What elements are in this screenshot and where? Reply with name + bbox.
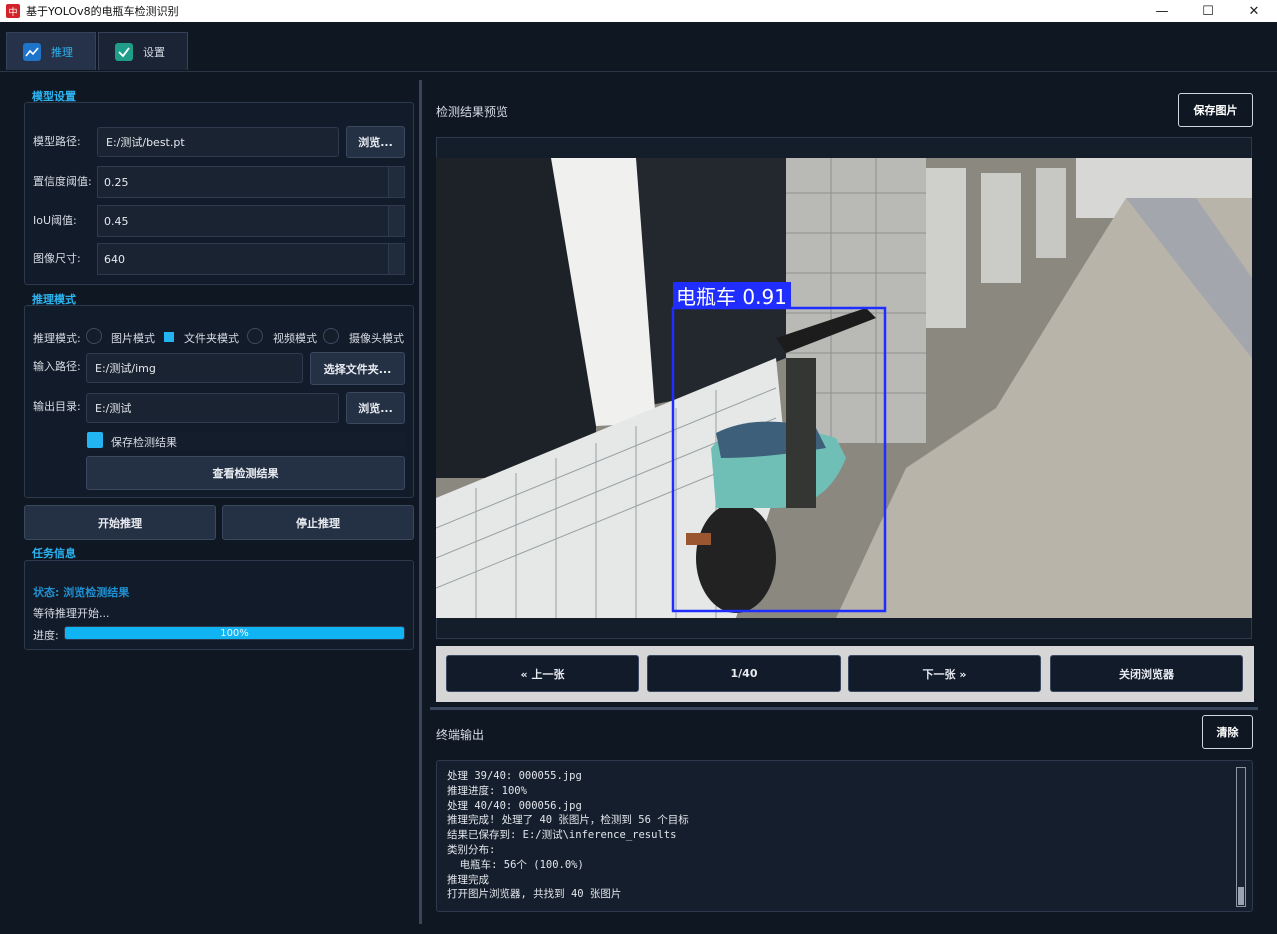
terminal-line: 类别分布: — [447, 843, 496, 856]
model-path-input[interactable]: E:/测试/best.pt — [97, 127, 339, 157]
save-results-checkbox[interactable] — [87, 432, 103, 448]
progress-label: 进度: — [33, 629, 59, 642]
clear-terminal-button[interactable]: 清除 — [1202, 715, 1253, 749]
close-browser-button[interactable]: 关闭浏览器 — [1050, 655, 1243, 692]
view-results-button[interactable]: 查看检测结果 — [86, 456, 405, 490]
terminal-line: 电瓶车: 56个 (100.0%) — [447, 858, 584, 871]
tab-settings-label: 设置 — [143, 45, 165, 59]
waiting-text: 等待推理开始... — [33, 607, 110, 620]
scrollbar-thumb[interactable] — [1238, 887, 1244, 905]
iou-threshold-value: 0.45 — [104, 214, 129, 228]
terminal-line: 处理 39/40: 000055.jpg — [447, 770, 582, 782]
minimize-button[interactable]: — — [1139, 0, 1185, 22]
radio-camera-mode[interactable] — [323, 328, 339, 344]
start-inference-button[interactable]: 开始推理 — [24, 505, 216, 540]
check-icon — [115, 42, 133, 61]
output-dir-label: 输出目录: — [33, 400, 81, 413]
terminal-line: 推理完成! 处理了 40 张图片，检测到 56 个目标 — [447, 814, 689, 827]
radio-folder-mode[interactable] — [164, 332, 174, 342]
tab-bar: 推理 设置 — [0, 22, 1277, 72]
tab-inference-label: 推理 — [51, 45, 73, 59]
video-mode-label: 视频模式 — [273, 332, 317, 345]
terminal-line: 处理 40/40: 000056.jpg — [447, 799, 582, 812]
prev-image-button[interactable]: « 上一张 — [446, 655, 639, 692]
image-mode-label: 图片模式 — [111, 332, 155, 345]
title-bar: 中 基于YOLOv8的电瓶车检测识别 — ☐ ✕ — [0, 0, 1277, 22]
terminal-scrollbar[interactable] — [1236, 767, 1246, 907]
image-counter: 1/40 — [647, 655, 841, 692]
progress-bar: 100% — [64, 626, 405, 640]
app-logo-icon: 中 — [6, 4, 20, 18]
terminal-title: 终端输出 — [436, 728, 485, 742]
select-folder-button[interactable]: 选择文件夹... — [310, 352, 405, 385]
splitter-horizontal[interactable] — [430, 707, 1258, 710]
terminal-line: 推理进度: 100% — [447, 784, 527, 797]
radio-video-mode[interactable] — [247, 328, 263, 344]
task-info-title: 任务信息 — [32, 547, 76, 560]
chart-icon — [23, 42, 41, 61]
save-image-button[interactable]: 保存图片 — [1178, 93, 1253, 127]
stop-inference-button[interactable]: 停止推理 — [222, 505, 414, 540]
input-path-label: 输入路径: — [33, 360, 81, 373]
image-size-spinbox[interactable]: 640 — [97, 243, 405, 275]
image-size-label: 图像尺寸: — [33, 252, 81, 265]
iou-threshold-label: IoU阈值: — [33, 214, 77, 227]
output-dir-input[interactable]: E:/测试 — [86, 393, 339, 423]
terminal-output[interactable]: 处理 39/40: 000055.jpg 推理进度: 100% 处理 40/40: … — [436, 760, 1253, 912]
radio-image-mode[interactable] — [86, 328, 102, 344]
model-browse-button[interactable]: 浏览... — [346, 126, 405, 158]
tab-divider — [0, 71, 1277, 72]
terminal-line: 打开图片浏览器, 共找到 40 张图片 — [447, 888, 622, 901]
conf-threshold-spinbox[interactable]: 0.25 — [97, 166, 405, 198]
input-path-input[interactable]: E:/测试/img — [86, 353, 303, 383]
terminal-line: 推理完成 — [447, 873, 489, 886]
conf-spin-arrows[interactable] — [388, 167, 404, 197]
detection-image: 电瓶车 0.91 — [436, 158, 1252, 618]
conf-threshold-value: 0.25 — [104, 175, 129, 189]
iou-threshold-spinbox[interactable]: 0.45 — [97, 205, 405, 237]
tab-settings[interactable]: 设置 — [98, 32, 188, 70]
preview-title: 检测结果预览 — [436, 105, 509, 119]
progress-fill: 100% — [65, 627, 404, 639]
next-image-button[interactable]: 下一张 » — [848, 655, 1041, 692]
output-browse-button[interactable]: 浏览... — [346, 392, 405, 424]
tab-inference[interactable]: 推理 — [6, 32, 96, 70]
detection-label: 电瓶车 0.91 — [676, 285, 787, 309]
iou-spin-arrows[interactable] — [388, 206, 404, 236]
window-title: 基于YOLOv8的电瓶车检测识别 — [26, 5, 179, 18]
status-text: 状态: 浏览检测结果 — [33, 586, 130, 599]
model-path-label: 模型路径: — [33, 135, 81, 148]
close-window-button[interactable]: ✕ — [1231, 0, 1277, 22]
conf-threshold-label: 置信度阈值: — [33, 175, 92, 188]
maximize-button[interactable]: ☐ — [1185, 0, 1231, 22]
folder-mode-label: 文件夹模式 — [184, 332, 239, 345]
image-size-value: 640 — [104, 252, 125, 266]
terminal-line: 结果已保存到: E:/测试\inference_results — [447, 829, 677, 842]
save-results-label: 保存检测结果 — [111, 436, 177, 449]
camera-mode-label: 摄像头模式 — [349, 332, 404, 345]
mode-label: 推理模式: — [33, 332, 81, 345]
image-navigation-bar: « 上一张 1/40 下一张 » 关闭浏览器 — [436, 646, 1254, 702]
terminal-text: 处理 39/40: 000055.jpg 推理进度: 100% 处理 40/40: … — [447, 769, 689, 902]
imgsz-spin-arrows[interactable] — [388, 244, 404, 274]
splitter-vertical[interactable] — [419, 80, 422, 924]
